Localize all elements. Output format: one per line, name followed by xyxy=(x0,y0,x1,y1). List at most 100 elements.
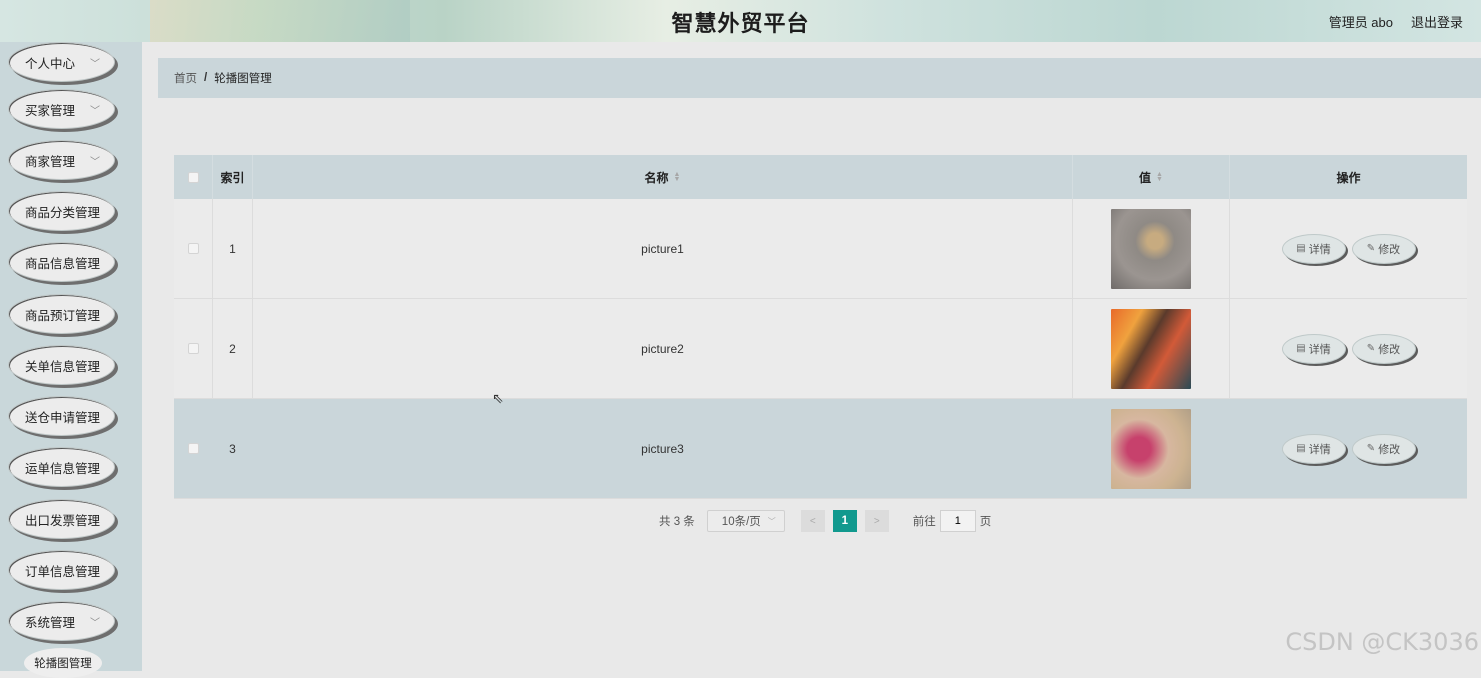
thumbnail-image xyxy=(1111,308,1191,389)
row-actions: ▤ 详情 ✎ 修改 xyxy=(1230,299,1467,398)
row-checkbox[interactable] xyxy=(187,343,199,354)
sidebar-item-label: 关单信息管理 xyxy=(25,359,101,374)
sort-icon[interactable]: ▲ ▼ xyxy=(674,171,681,183)
logout-button[interactable]: 退出登录 xyxy=(1411,12,1463,31)
sidebar-item-product-reservation[interactable]: 商品预订管理 xyxy=(8,294,115,334)
column-header-index: 索引 xyxy=(213,155,253,199)
thumbnail-image xyxy=(1111,408,1191,489)
app-title: 智慧外贸平台 xyxy=(671,11,810,36)
pagination-total: 共 3 条 xyxy=(659,516,695,528)
edit-button[interactable]: ✎ 修改 xyxy=(1351,333,1416,364)
chevron-down-icon: ﹀ xyxy=(90,157,100,168)
sidebar-item-label: 运单信息管理 xyxy=(25,461,101,476)
sidebar-item-merchant-management[interactable]: 商家管理 ﹀ xyxy=(8,140,115,180)
document-icon: ▤ xyxy=(1296,343,1306,354)
sidebar-item-system-management[interactable]: 系统管理 ﹀ xyxy=(8,601,115,641)
sidebar-item-waybill-info[interactable]: 运单信息管理 xyxy=(8,447,115,487)
watermark: CSDN @CK3036 xyxy=(1285,628,1479,656)
row-index: 3 xyxy=(229,441,236,456)
table-row: 1 picture1 ▤ 详情 ✎ 修改 xyxy=(174,199,1467,299)
column-header-label: 名称 xyxy=(644,170,669,185)
pagination: 共 3 条 10条/页 ﹀ < 1 > 前往 页 xyxy=(659,509,991,533)
sidebar-item-product-info[interactable]: 商品信息管理 xyxy=(8,242,115,282)
chevron-down-icon: ﹀ xyxy=(90,59,100,70)
detail-label: 详情 xyxy=(1308,343,1331,356)
sidebar-item-label: 个人中心 xyxy=(25,56,76,71)
sidebar-item-label: 商家管理 xyxy=(25,154,76,169)
detail-button[interactable]: ▤ 详情 xyxy=(1281,333,1346,364)
goto-label: 前往 xyxy=(912,516,936,528)
column-header-name[interactable]: 名称 ▲ ▼ xyxy=(253,155,1073,199)
sidebar-item-label: 订单信息管理 xyxy=(25,564,101,579)
select-all-checkbox[interactable] xyxy=(187,171,199,183)
sidebar-item-label: 买家管理 xyxy=(25,103,76,118)
chevron-left-icon: < xyxy=(809,515,816,527)
pencil-icon: ✎ xyxy=(1366,343,1376,354)
detail-button[interactable]: ▤ 详情 xyxy=(1281,233,1346,264)
sidebar: 个人中心 ﹀ 买家管理 ﹀ 商家管理 ﹀ 商品分类管理 商品信息管理 商品预订管… xyxy=(0,42,142,671)
edit-button[interactable]: ✎ 修改 xyxy=(1351,233,1416,264)
page-size-select[interactable]: 10条/页 ﹀ xyxy=(706,510,785,532)
goto-page-input[interactable] xyxy=(939,510,976,532)
row-index: 2 xyxy=(213,299,253,398)
sidebar-item-label: 商品预订管理 xyxy=(25,308,101,323)
sidebar-item-personal-center[interactable]: 个人中心 ﹀ xyxy=(8,42,115,82)
row-checkbox[interactable] xyxy=(187,243,199,254)
row-value-cell xyxy=(1073,399,1230,498)
row-value-cell xyxy=(1073,199,1230,298)
row-name: picture2 xyxy=(253,299,1073,398)
detail-button[interactable]: ▤ 详情 xyxy=(1281,433,1346,464)
sidebar-item-order-info[interactable]: 订单信息管理 xyxy=(8,550,115,590)
sort-icon[interactable]: ▲ ▼ xyxy=(1156,171,1163,183)
row-actions: ▤ 详情 ✎ 修改 xyxy=(1230,199,1467,298)
row-index: 1 xyxy=(213,199,253,298)
next-page-button[interactable]: > xyxy=(864,510,889,532)
breadcrumb-home[interactable]: 首页 xyxy=(174,70,197,86)
sidebar-item-label: 商品信息管理 xyxy=(25,256,101,271)
edit-button[interactable]: ✎ 修改 xyxy=(1351,433,1416,464)
breadcrumb-separator: / xyxy=(204,72,208,84)
pencil-icon: ✎ xyxy=(1366,443,1376,454)
edit-label: 修改 xyxy=(1378,443,1401,456)
document-icon: ▤ xyxy=(1296,243,1306,254)
table-header: 索引 名称 ▲ ▼ 值 ▲ ▼ 操作 xyxy=(174,155,1467,199)
chevron-down-icon: ﹀ xyxy=(90,106,100,117)
pencil-icon: ✎ xyxy=(1366,243,1376,254)
sidebar-item-label: 出口发票管理 xyxy=(25,513,101,528)
page-size-value: 10条/页 xyxy=(721,516,761,528)
table-row: 2 picture2 ▤ 详情 ✎ 修改 xyxy=(174,299,1467,399)
chevron-down-icon: ﹀ xyxy=(767,517,776,526)
thumbnail-image xyxy=(1111,208,1191,289)
column-header-label: 值 xyxy=(1139,170,1152,185)
edit-label: 修改 xyxy=(1378,243,1401,256)
column-header-value[interactable]: 值 ▲ ▼ xyxy=(1073,155,1230,199)
document-icon: ▤ xyxy=(1296,443,1306,454)
breadcrumb: 首页 / 轮播图管理 xyxy=(158,58,1481,98)
prev-page-button[interactable]: < xyxy=(800,510,825,532)
edit-label: 修改 xyxy=(1378,343,1401,356)
header-checkbox-cell xyxy=(174,155,213,199)
sidebar-item-buyer-management[interactable]: 买家管理 ﹀ xyxy=(8,89,115,129)
current-user: 管理员 abo xyxy=(1328,15,1393,30)
row-checkbox[interactable] xyxy=(187,443,199,454)
page-number-button[interactable]: 1 xyxy=(832,510,857,532)
sidebar-item-warehouse-application[interactable]: 送仓申请管理 xyxy=(8,396,115,436)
top-header: 智慧外贸平台 管理员 abo 退出登录 xyxy=(0,0,1481,42)
column-header-operation: 操作 xyxy=(1336,170,1361,185)
row-actions: ▤ 详情 ✎ 修改 xyxy=(1230,399,1467,498)
mouse-pointer-icon: ⇖ xyxy=(492,390,504,406)
row-checkbox-cell xyxy=(174,399,213,498)
sidebar-item-export-invoice[interactable]: 出口发票管理 xyxy=(8,499,115,539)
sidebar-item-customs-declaration[interactable]: 关单信息管理 xyxy=(8,345,115,385)
chevron-down-icon: ﹀ xyxy=(90,618,100,629)
detail-label: 详情 xyxy=(1308,243,1331,256)
sidebar-item-label: 商品分类管理 xyxy=(25,205,101,220)
row-checkbox-cell xyxy=(174,199,213,298)
breadcrumb-current: 轮播图管理 xyxy=(214,73,272,85)
chevron-right-icon: > xyxy=(873,515,880,527)
sidebar-subitem-carousel[interactable]: 轮播图管理 xyxy=(24,648,102,678)
carousel-table: 索引 名称 ▲▼ 值 ▲▼ 操作 1 picture1 ▤ 详情 ✎ 修改 xyxy=(174,155,1467,499)
row-name: picture1 xyxy=(253,199,1073,298)
sidebar-item-category-management[interactable]: 商品分类管理 xyxy=(8,191,115,231)
table-row: 3 picture3 ▤ 详情 ✎ 修改 xyxy=(174,399,1467,499)
